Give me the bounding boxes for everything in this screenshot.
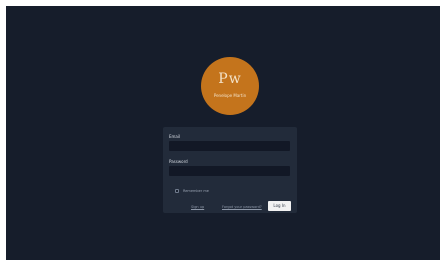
password-field[interactable] [169, 166, 290, 176]
email-field[interactable] [169, 141, 290, 151]
remember-me-label: Remember me [183, 189, 209, 193]
forgot-password-link[interactable]: Forgot your password? [222, 205, 262, 209]
login-button[interactable]: Log In [268, 201, 291, 211]
logo-name: Penelope Martin [213, 93, 247, 98]
remember-me-checkbox[interactable] [175, 189, 179, 193]
password-label: Password [169, 159, 188, 164]
login-screen: Pw Penelope Martin Email Password Rememb… [6, 6, 440, 260]
brand-logo: Pw Penelope Martin [201, 57, 259, 115]
login-panel: Email Password Remember me Sign up Forgo… [163, 127, 297, 213]
logo-monogram: Pw [218, 71, 242, 87]
email-label: Email [169, 134, 181, 139]
sign-up-link[interactable]: Sign up [191, 205, 204, 209]
